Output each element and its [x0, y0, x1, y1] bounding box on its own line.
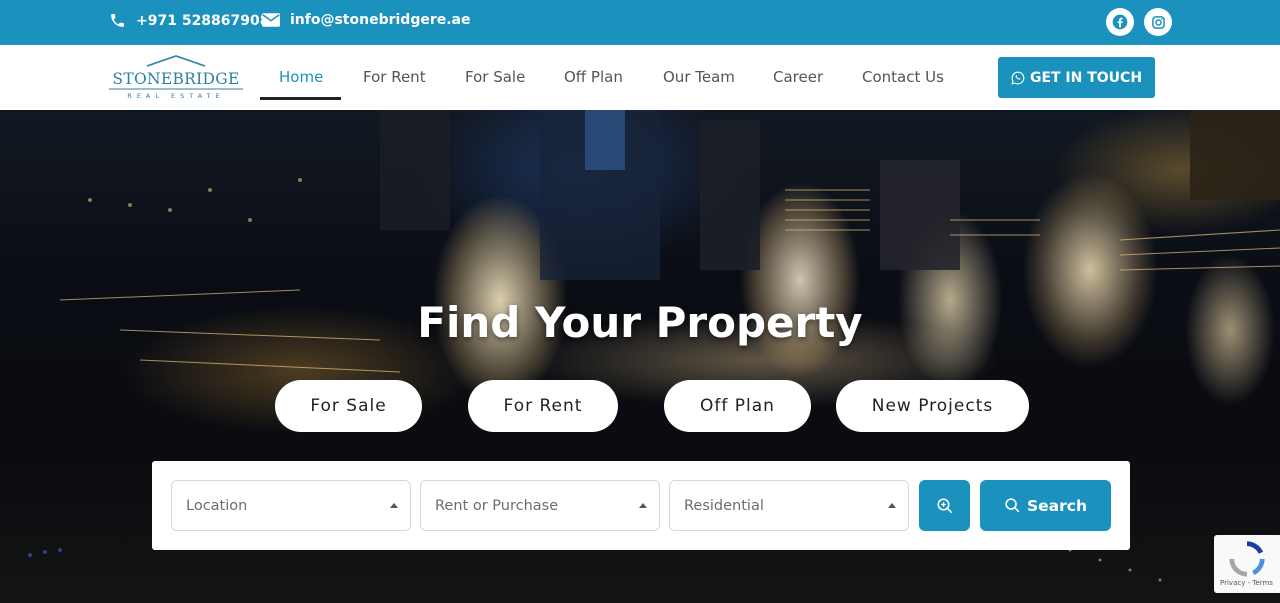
location-select[interactable]: Location: [171, 480, 411, 531]
nav-contact-us[interactable]: Contact Us: [862, 68, 944, 86]
active-nav-indicator: [260, 97, 341, 100]
zoom-in-icon: [937, 498, 952, 513]
nav-for-rent[interactable]: For Rent: [363, 68, 426, 86]
instagram-icon: [1151, 15, 1165, 29]
hero-section: Find Your Property For Sale For Rent Off…: [0, 110, 1280, 603]
main-navbar: STONEBRIDGE REAL ESTATE Home For Rent Fo…: [0, 45, 1280, 110]
get-in-touch-label[interactable]: GET IN TOUCH: [1030, 70, 1142, 86]
nav-home[interactable]: Home: [279, 68, 323, 86]
property-type-select-value: Residential: [684, 498, 764, 514]
phone-icon: [111, 14, 124, 27]
facebook-icon: [1112, 14, 1128, 30]
location-select-value: Location: [186, 498, 248, 514]
logo-subtitle: REAL ESTATE: [127, 92, 225, 100]
recaptcha-badge[interactable]: Privacy - Terms: [1214, 535, 1280, 593]
property-search-panel: Location Rent or Purchase Residential Se…: [152, 461, 1130, 550]
rent-or-purchase-select[interactable]: Rent or Purchase: [420, 480, 660, 531]
phone-number[interactable]: +971 528867908: [136, 13, 270, 29]
filter-for-rent-button[interactable]: For Rent: [468, 380, 618, 432]
caret-up-icon: [888, 503, 896, 508]
property-type-select[interactable]: Residential: [669, 480, 909, 531]
stonebridge-logo[interactable]: STONEBRIDGE REAL ESTATE: [109, 55, 243, 103]
nav-off-plan[interactable]: Off Plan: [564, 68, 623, 86]
facebook-link[interactable]: [1106, 8, 1134, 36]
nav-for-sale[interactable]: For Sale: [465, 68, 525, 86]
hero-title: Find Your Property: [417, 298, 863, 347]
search-button[interactable]: Search: [980, 480, 1111, 531]
email-contact[interactable]: info@stonebridgere.ae: [262, 12, 471, 28]
envelope-icon: [262, 13, 280, 27]
get-in-touch-button[interactable]: GET IN TOUCH: [998, 57, 1155, 98]
whatsapp-icon: [1011, 71, 1025, 85]
search-button-label[interactable]: Search: [1027, 497, 1087, 515]
recaptcha-icon: [1229, 541, 1265, 577]
instagram-link[interactable]: [1144, 8, 1172, 36]
search-icon: [1005, 498, 1020, 513]
nav-career[interactable]: Career: [773, 68, 823, 86]
logo-name: STONEBRIDGE: [112, 70, 240, 88]
filter-off-plan-button[interactable]: Off Plan: [664, 380, 811, 432]
advanced-search-button[interactable]: [919, 480, 970, 531]
filter-for-sale-button[interactable]: For Sale: [275, 380, 422, 432]
email-address[interactable]: info@stonebridgere.ae: [290, 12, 471, 28]
top-bar: +971 528867908 info@stonebridgere.ae: [0, 0, 1280, 45]
phone-contact[interactable]: +971 528867908: [109, 12, 270, 29]
filter-new-projects-button[interactable]: New Projects: [836, 380, 1029, 432]
recaptcha-links[interactable]: Privacy - Terms: [1220, 579, 1273, 587]
caret-up-icon: [639, 503, 647, 508]
rent-or-purchase-select-value: Rent or Purchase: [435, 498, 559, 514]
caret-up-icon: [390, 503, 398, 508]
nav-our-team[interactable]: Our Team: [663, 68, 735, 86]
